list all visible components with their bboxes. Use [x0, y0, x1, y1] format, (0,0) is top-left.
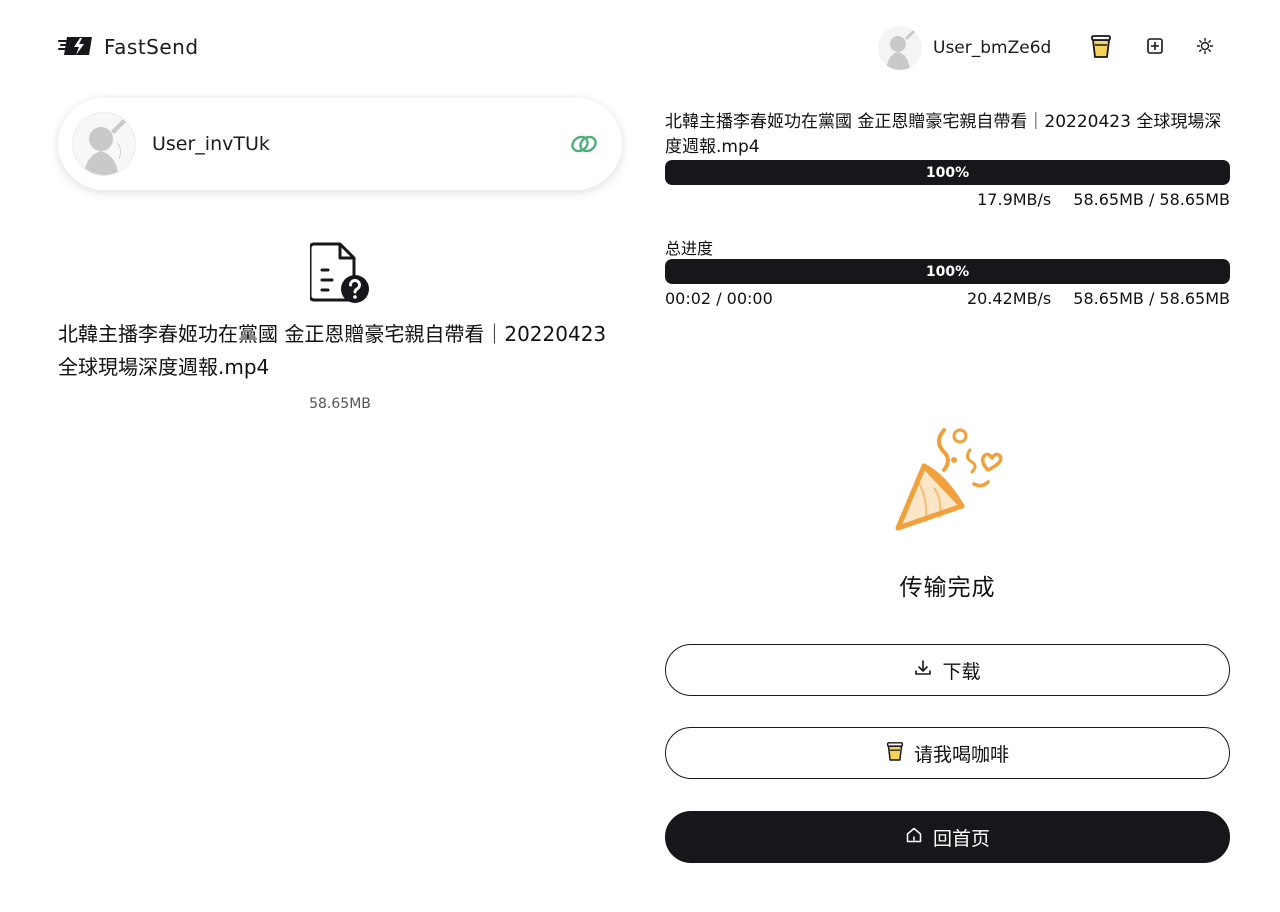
party-popper-icon	[888, 422, 1012, 534]
transfer-complete-text: 传输完成	[899, 575, 996, 601]
current-username: User_bmZe6d	[933, 38, 1052, 58]
file-progress-label: 100%	[925, 164, 970, 181]
file-speed: 17.9MB/s	[977, 190, 1052, 209]
coffee-button[interactable]	[1087, 34, 1115, 62]
total-progress-label: 总进度	[665, 239, 714, 258]
coffee-cup-icon	[1090, 33, 1112, 63]
total-progress-percent: 100%	[925, 263, 970, 280]
total-progress-bar: 100%	[665, 259, 1230, 284]
peer-card: User_invTUk	[58, 98, 622, 190]
layout-icon	[1146, 37, 1164, 59]
transfer-file-name: 北韓主播李春姬功在黨國 金正恩贈豪宅親自帶看｜20220423 全球現場深度週報…	[665, 112, 1222, 157]
total-speed: 20.42MB/s	[966, 289, 1052, 308]
app-logo[interactable]: FastSend	[58, 30, 199, 64]
lightning-logo-icon	[58, 30, 96, 64]
download-icon	[914, 659, 932, 682]
buy-coffee-label: 请我喝咖啡	[913, 743, 1009, 766]
home-icon	[905, 826, 923, 849]
total-transferred: 58.65MB / 58.65MB	[1073, 289, 1230, 308]
link-icon	[568, 128, 600, 160]
file-name: 北韓主播李春姬功在黨國 金正恩贈豪宅親自帶看｜20220423 全球現場深度週報…	[58, 322, 607, 379]
file-progress-stats: 17.9MB/s 58.65MB / 58.65MB	[665, 190, 1230, 209]
avatar[interactable]	[878, 26, 922, 70]
elapsed-time: 00:02 / 00:00	[665, 289, 773, 308]
home-button[interactable]: 回首页	[665, 811, 1230, 863]
total-progress-stats: 00:02 / 00:00 20.42MB/s 58.65MB / 58.65M…	[665, 289, 1230, 308]
coffee-cup-icon	[886, 740, 904, 767]
theme-toggle-button[interactable]	[1191, 34, 1219, 62]
home-label: 回首页	[932, 827, 990, 850]
buy-coffee-button[interactable]: 请我喝咖啡	[665, 727, 1230, 779]
download-label: 下载	[942, 660, 981, 683]
peer-username: User_invTUk	[152, 133, 270, 155]
user-bar: User_bmZe6d	[878, 26, 1219, 70]
sun-icon	[1196, 37, 1214, 59]
layout-button[interactable]	[1141, 34, 1169, 62]
file-size: 58.65MB	[309, 396, 371, 412]
download-button[interactable]: 下载	[665, 644, 1230, 696]
peer-avatar	[72, 112, 136, 176]
app-name: FastSend	[104, 35, 199, 59]
file-transferred: 58.65MB / 58.65MB	[1073, 190, 1230, 209]
file-unknown-icon	[308, 240, 372, 306]
file-progress-bar: 100%	[665, 160, 1230, 185]
